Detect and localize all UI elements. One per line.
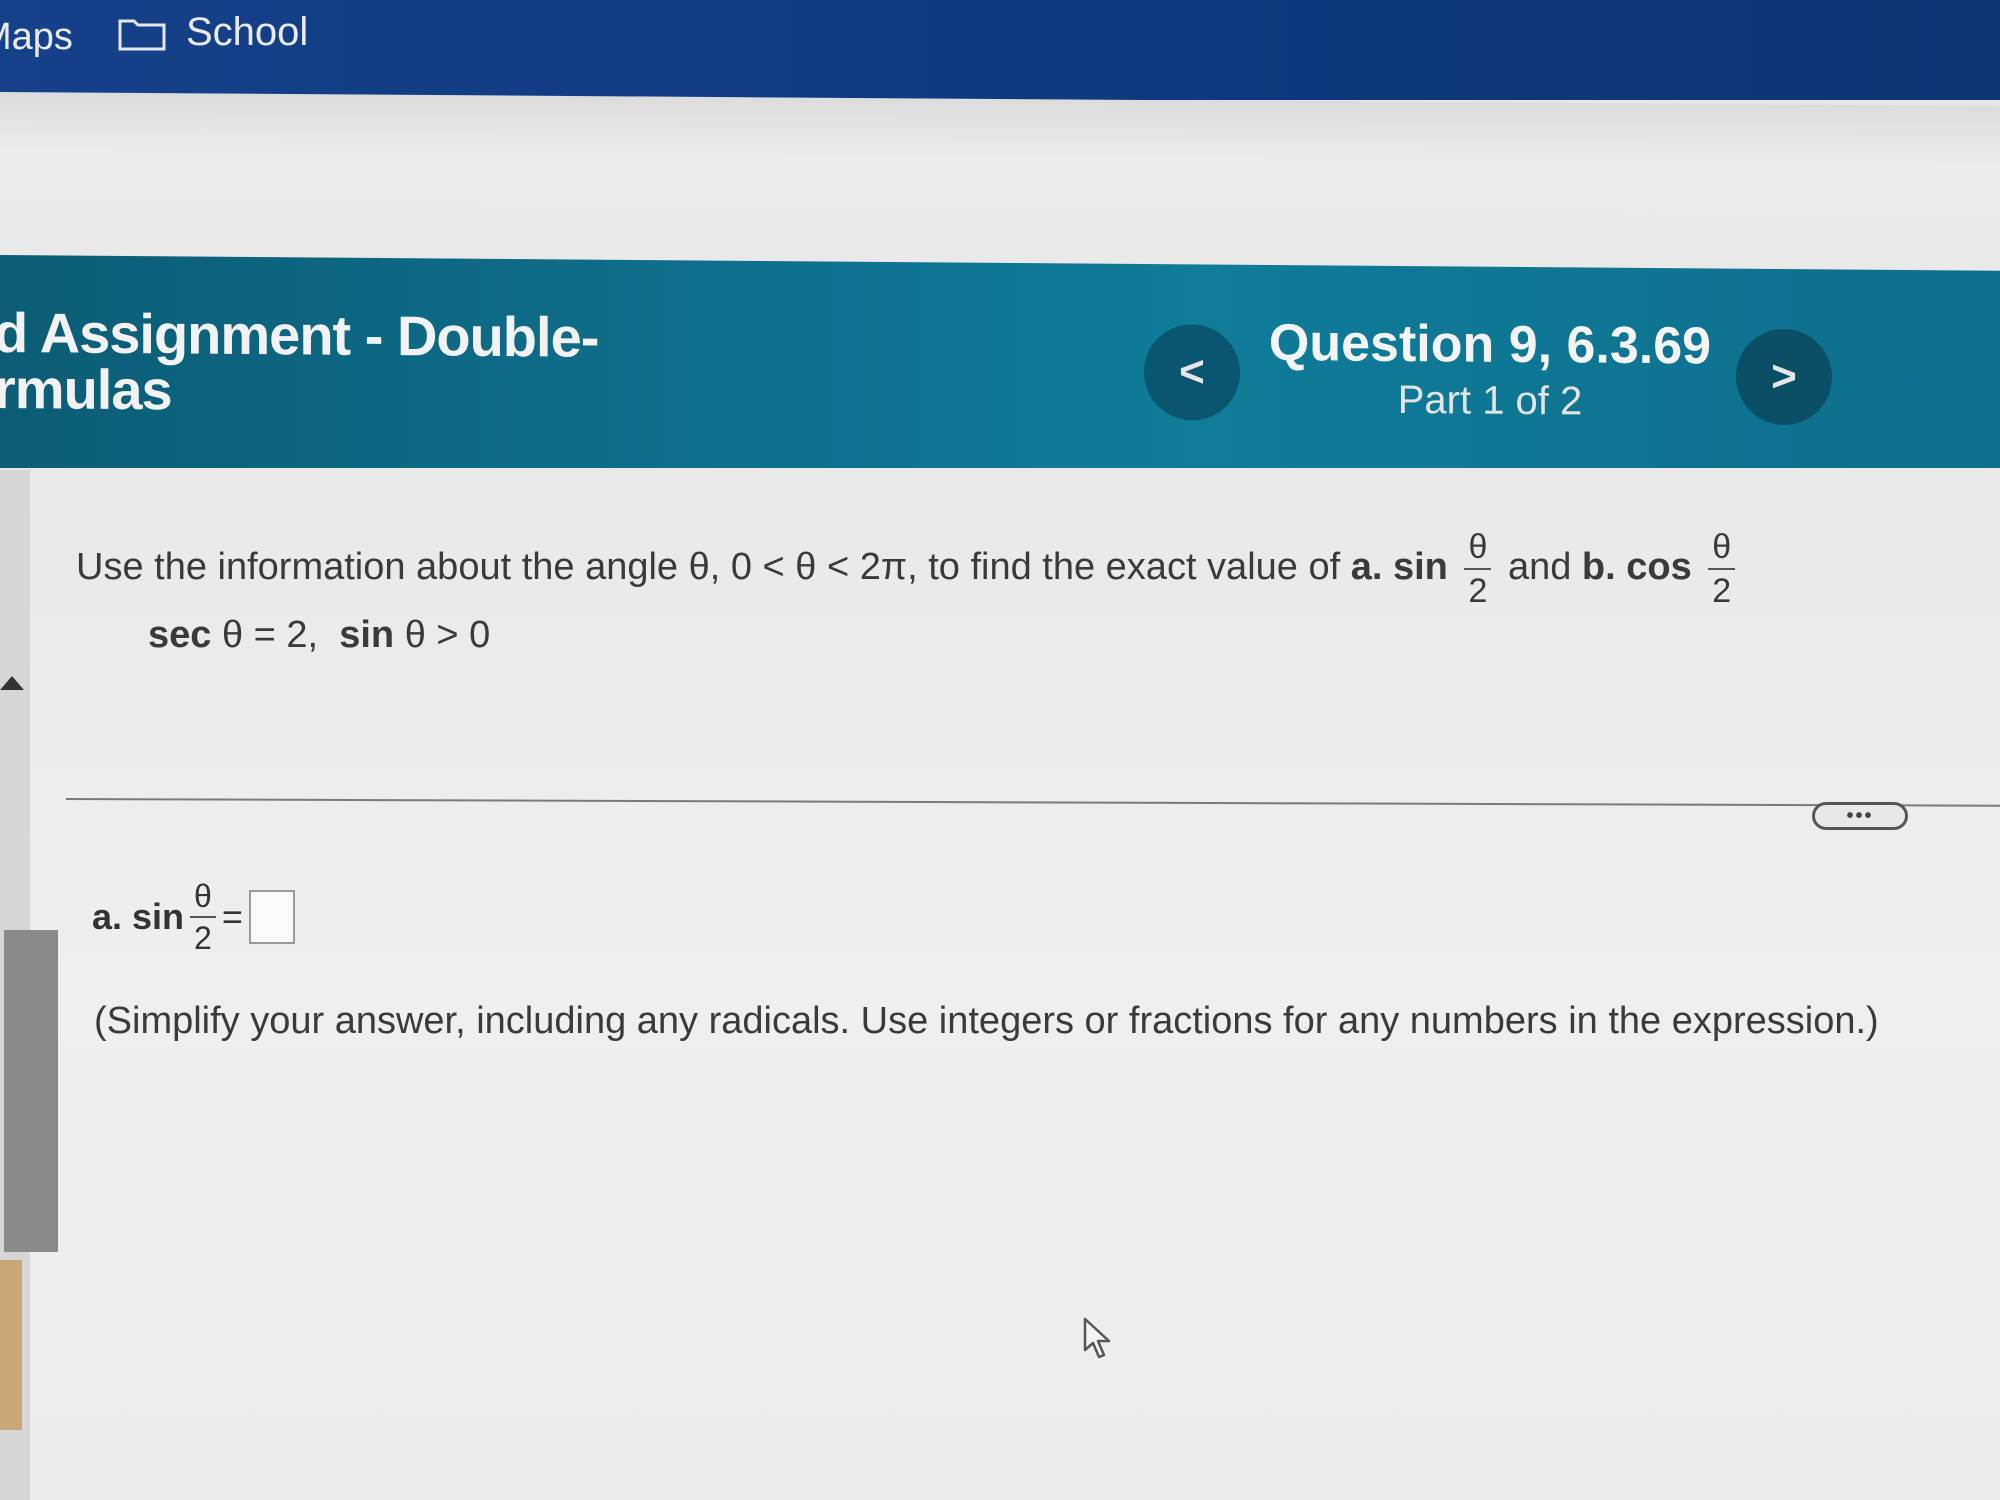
folder-icon <box>118 19 166 50</box>
sin-label: sin <box>1392 546 1448 589</box>
question-part: Part 1 of 2 <box>1397 377 1583 424</box>
mouse-pointer-icon <box>1083 1317 1111 1359</box>
bookmark-maps-label: Maps <box>0 16 73 58</box>
fraction-numerator: θ <box>190 880 216 918</box>
fraction-denominator: 2 <box>194 920 212 956</box>
bookmark-maps[interactable]: Maps <box>0 16 73 59</box>
answer-input-box[interactable] <box>248 890 295 944</box>
assignment-title: d Assignment - Double- rmulas <box>0 300 599 422</box>
bookmark-school-label: School <box>186 10 309 54</box>
assignment-title-line1: d Assignment - Double- <box>0 300 599 369</box>
answer-label: a. sin <box>92 896 185 937</box>
theta-over-2-fraction-b: θ 2 <box>1708 530 1736 610</box>
answer-part-a: a. sin θ 2 = <box>92 880 295 954</box>
fraction-numerator: θ <box>1464 530 1492 570</box>
question-title: Question 9, 6.3.69 <box>1268 313 1712 376</box>
left-panel-accent <box>0 1260 22 1430</box>
left-scrollbar[interactable] <box>4 930 58 1252</box>
assignment-title-line2: rmulas <box>0 356 172 422</box>
and-text: and <box>1507 546 1572 589</box>
answer-hint: (Simplify your answer, including any rad… <box>94 1000 1879 1042</box>
answer-fraction: θ 2 <box>190 880 216 954</box>
equals-sign: = <box>221 896 243 937</box>
ellipsis-icon: ••• <box>1846 804 1874 827</box>
chevron-right-icon: > <box>1771 351 1797 402</box>
fraction-numerator: θ <box>1708 530 1736 570</box>
question-prompt: Use the information about the angle θ, 0… <box>76 530 1741 608</box>
bookmark-school[interactable]: School <box>118 10 308 55</box>
next-question-button[interactable]: > <box>1736 328 1832 426</box>
bookmarks-bar: Maps School <box>0 0 2000 100</box>
part-a-label: a. <box>1350 546 1383 589</box>
cos-label: cos <box>1626 546 1692 589</box>
fraction-denominator: 2 <box>1712 572 1732 610</box>
prompt-text: Use the information about the angle θ, 0… <box>76 546 1341 589</box>
more-options-button[interactable]: ••• <box>1812 802 1908 830</box>
collapse-arrow-icon[interactable] <box>0 676 24 690</box>
given-sec-value: θ = 2, <box>221 614 319 656</box>
given-sin-label: sin <box>339 614 395 656</box>
assignment-header: d Assignment - Double- rmulas < Question… <box>0 255 2000 489</box>
part-b-label: b. <box>1581 546 1616 589</box>
given-conditions: sec θ = 2, sin θ > 0 <box>148 614 490 657</box>
theta-over-2-fraction: θ 2 <box>1464 530 1492 610</box>
given-sin-condition: θ > 0 <box>404 614 491 656</box>
given-sec-label: sec <box>148 614 212 656</box>
fraction-denominator: 2 <box>1468 572 1488 610</box>
page-top-area <box>0 92 2000 278</box>
